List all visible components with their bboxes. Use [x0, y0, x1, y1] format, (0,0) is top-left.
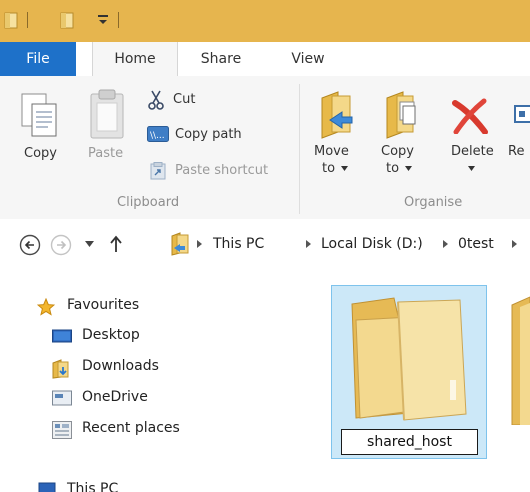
move-to-folder-icon — [321, 91, 353, 139]
chevron-down-icon[interactable] — [85, 241, 94, 247]
breadcrumb-local-disk[interactable]: Local Disk (D:) — [321, 236, 423, 252]
breadcrumb-separator[interactable] — [197, 240, 202, 248]
forward-arrow-icon[interactable] — [50, 234, 72, 256]
folder-icon — [351, 297, 467, 421]
nav-desktop-label: Desktop — [82, 327, 140, 343]
ribbon-tabs: File Home Share View — [0, 42, 530, 77]
chevron-down-icon — [468, 166, 475, 171]
file-list: shared_host — [310, 271, 530, 492]
breadcrumb-separator[interactable] — [512, 240, 517, 248]
svg-text:\\...: \\... — [150, 131, 165, 141]
up-arrow-icon[interactable] — [109, 235, 123, 253]
tab-share[interactable]: Share — [186, 42, 256, 76]
nav-favourites-label: Favourites — [67, 297, 140, 313]
folder-item-selected[interactable]: shared_host — [331, 285, 487, 459]
separator — [27, 12, 28, 28]
file-explorer-window: File Home Share View Copy Paste Cut \\..… — [0, 0, 530, 492]
chevron-down-icon — [405, 166, 412, 171]
nav-this-pc-label: This PC — [67, 481, 119, 492]
navigation-pane: Favourites Desktop Downloads OneDrive Re… — [0, 271, 310, 492]
paste-shortcut-label: Paste shortcut — [175, 163, 269, 178]
copy-path-icon: \\... — [147, 126, 169, 142]
copy-to-label-2: to — [386, 161, 400, 176]
delete-x-icon — [452, 98, 488, 134]
cut-label: Cut — [173, 92, 196, 107]
rename-textbox[interactable]: shared_host — [341, 429, 478, 455]
paste-shortcut-icon — [150, 162, 166, 180]
rename-label: Re — [508, 144, 525, 159]
paste-label: Paste — [88, 146, 124, 161]
group-divider — [299, 84, 300, 214]
chevron-down-icon — [341, 166, 348, 171]
copy-label: Copy — [24, 146, 57, 161]
move-to-label-2: to — [322, 161, 336, 176]
desktop-icon — [52, 329, 72, 343]
this-pc-icon — [38, 482, 56, 492]
delete-label: Delete — [451, 144, 494, 159]
nav-downloads-label: Downloads — [82, 358, 159, 374]
onedrive-icon — [52, 390, 72, 406]
scissors-icon — [148, 90, 164, 110]
breadcrumb-separator[interactable] — [443, 240, 448, 248]
clipboard-group-label: Clipboard — [117, 195, 180, 210]
folder-icon[interactable] — [60, 10, 74, 30]
clipboard-icon — [90, 89, 124, 139]
ribbon-home: Copy Paste Cut \\... Copy path Paste sho… — [0, 76, 530, 220]
copy-to-folder-icon — [386, 91, 416, 139]
dropdown-arrow-icon[interactable] — [96, 10, 110, 28]
breadcrumb-separator[interactable] — [306, 240, 311, 248]
nav-recent-places-label: Recent places — [82, 420, 180, 436]
tab-file[interactable]: File — [0, 42, 76, 76]
separator — [118, 12, 119, 28]
recent-places-icon — [52, 421, 72, 439]
breadcrumb-this-pc[interactable]: This PC — [213, 236, 264, 252]
star-icon — [37, 298, 55, 316]
rename-icon — [514, 105, 530, 123]
tab-view[interactable]: View — [282, 42, 334, 76]
copy-to-label-1: Copy — [381, 144, 414, 159]
address-bar: This PC Local Disk (D:) 0test — [0, 219, 530, 271]
folder-icon[interactable] — [4, 10, 18, 30]
title-bar — [0, 0, 530, 42]
nav-onedrive-label: OneDrive — [82, 389, 148, 405]
organise-group-label: Organise — [404, 195, 463, 210]
folder-icon — [171, 232, 189, 256]
tab-home[interactable]: Home — [92, 42, 178, 77]
folder-icon[interactable] — [508, 285, 530, 425]
breadcrumb-0test[interactable]: 0test — [458, 236, 494, 252]
move-to-label-1: Move — [314, 144, 349, 159]
copy-icon — [21, 93, 57, 137]
copy-path-label: Copy path — [175, 127, 242, 142]
downloads-folder-icon — [52, 359, 69, 379]
back-arrow-icon[interactable] — [19, 234, 41, 256]
